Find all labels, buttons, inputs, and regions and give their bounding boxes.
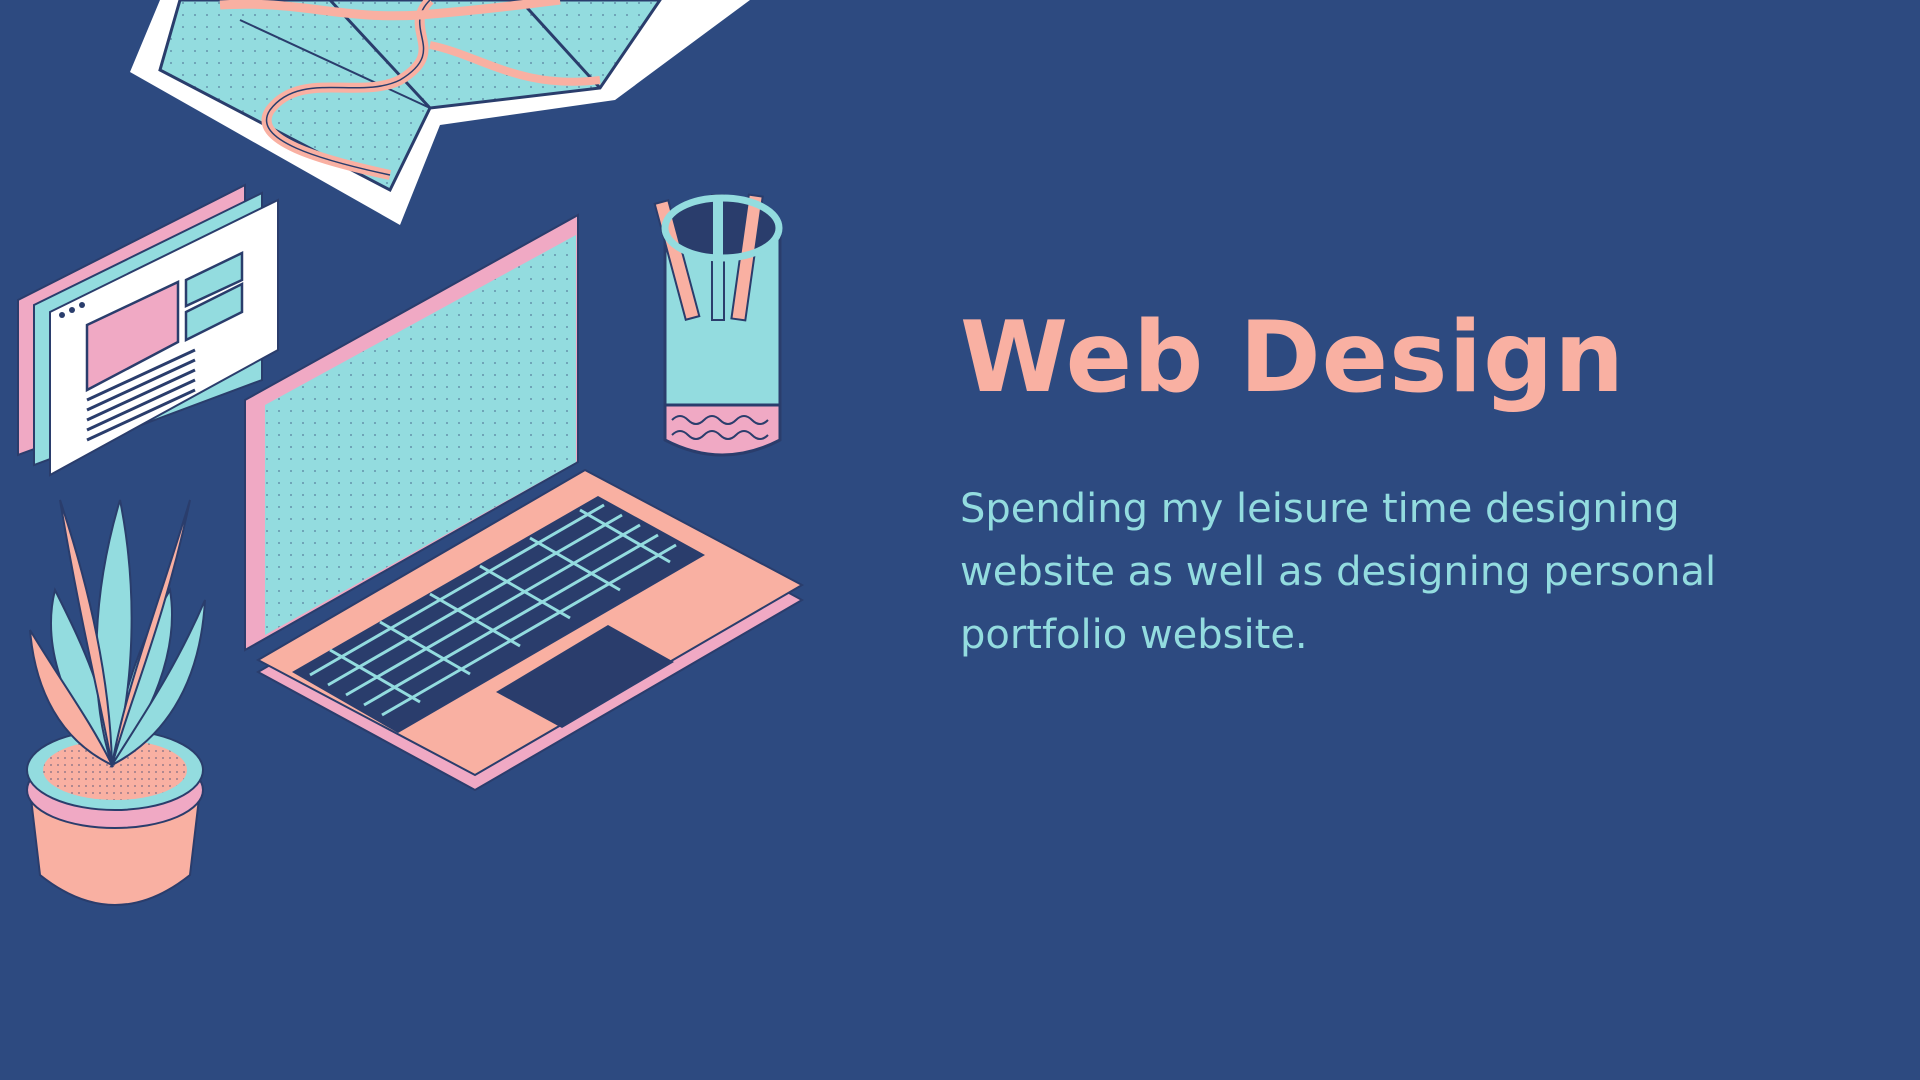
slide-description: Spending my leisure time designing websi…	[960, 486, 1717, 658]
browser-windows-illustration	[17, 183, 279, 477]
illustration	[17, 0, 805, 906]
potted-plant-illustration	[26, 499, 206, 906]
slide-title: Web Design	[960, 301, 1625, 415]
folded-map-illustration	[130, 0, 750, 225]
pencil-cup-illustration	[653, 193, 783, 457]
